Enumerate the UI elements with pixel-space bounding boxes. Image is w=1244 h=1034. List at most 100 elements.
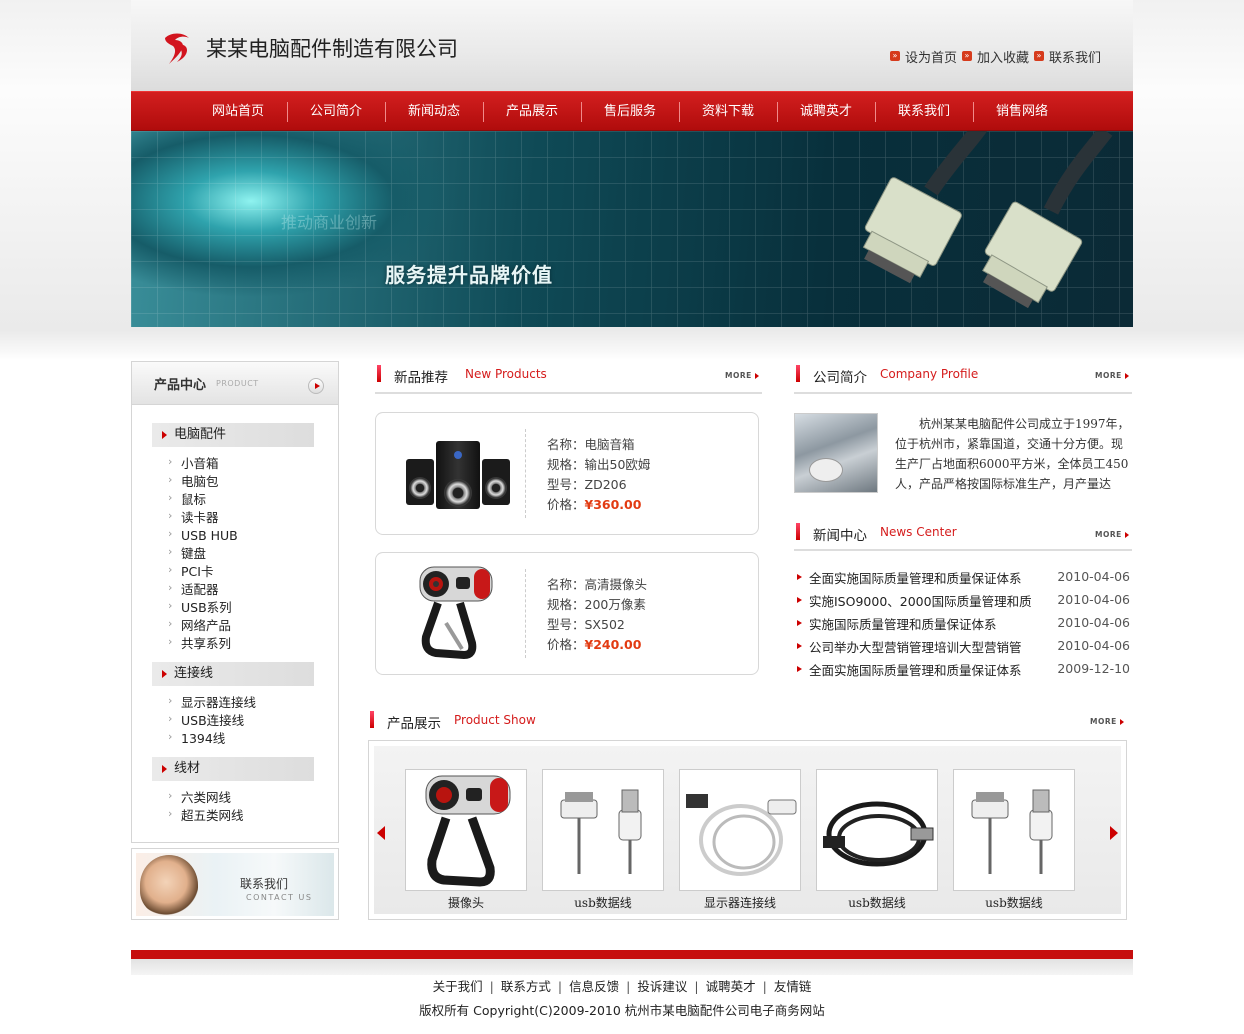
news-center-title: 新闻中心 [813,528,867,544]
nav-jobs[interactable]: 诚聘英才 [777,92,875,130]
category-item[interactable]: 键盘 [168,543,206,563]
product-show-more-link[interactable]: MORE [1090,717,1124,726]
contact-us-banner[interactable]: 联系我们 CONTACT US [131,848,339,920]
product-thumb-label[interactable]: usb数据线 [816,894,938,911]
hero-banner: 推动商业创新 服务提升品牌价值 [131,131,1133,327]
product-thumb-label[interactable]: 摄像头 [405,894,527,911]
connector-cable-image [862,131,1113,309]
footer-link-feedback[interactable]: 信息反馈 [569,979,619,994]
add-favorite-link[interactable]: » 加入收藏 [962,47,1029,66]
monitor-cable-image [686,794,797,876]
product-price: ¥240.00 [584,637,642,652]
section-marker [796,523,800,540]
expand-arrow-icon[interactable] [308,378,324,394]
product-thumb-label[interactable]: 显示器连接线 [679,894,801,911]
footer-link-contact[interactable]: 联系方式 [501,979,551,994]
nav-downloads[interactable]: 资料下载 [679,92,777,130]
product-price-row: 价格：¥240.00 [547,634,641,653]
footer-link-jobs[interactable]: 诚聘英才 [706,979,756,994]
category-item[interactable]: USB连接线 [168,710,244,730]
section-divider [375,392,762,394]
product-thumb-usb-cable[interactable] [816,769,938,891]
category-item[interactable]: 电脑包 [168,471,218,491]
contact-banner-title: 联系我们 [240,877,289,891]
speaker-image [406,435,510,515]
new-products-more-link[interactable]: MORE [725,371,759,380]
product-name: 名称：高清摄像头 [547,577,648,592]
product-price: ¥360.00 [584,497,642,512]
category-computer-accessories[interactable]: 电脑配件 [152,423,314,447]
news-date: 2009-12-10 [1057,661,1130,676]
category-item[interactable]: 适配器 [168,579,218,599]
product-thumb-label[interactable]: usb数据线 [953,894,1075,911]
category-item[interactable]: 读卡器 [168,507,218,527]
news-center-title-en: News Center [880,525,957,539]
footer-separator: | [489,979,494,994]
arrow-bullet-icon: » [962,51,972,61]
card-divider [525,569,526,658]
product-card[interactable]: 名称：高清摄像头 规格：200万像素 型号：SX502 价格：¥240.00 [375,552,759,675]
contact-banner-image: 联系我们 CONTACT US [136,853,334,916]
usb-cable-image [823,801,934,867]
company-more-link[interactable]: MORE [1095,371,1129,380]
carousel-track: 摄像头 usb数据线 显示器连接线 usb数据线 usb数据线 [374,746,1121,914]
set-homepage-label: 设为首页 [905,51,958,66]
product-show-carousel: 摄像头 usb数据线 显示器连接线 usb数据线 usb数据线 [368,740,1127,920]
nav-news[interactable]: 新闻动态 [385,92,483,130]
product-thumb-monitor-cable[interactable] [679,769,801,891]
category-cables[interactable]: 连接线 [152,662,314,686]
nav-products[interactable]: 产品展示 [483,92,581,130]
product-card[interactable]: 名称：电脑音箱 规格：输出50欧姆 型号：ZD206 价格：¥360.00 [375,412,759,535]
operator-headset-image [140,855,198,915]
footer-separator: | [557,979,563,994]
news-date: 2010-04-06 [1057,592,1130,607]
footer-separator: | [762,979,767,994]
new-products-title: 新品推荐 [394,370,448,386]
news-more-link[interactable]: MORE [1095,530,1129,539]
nav-about[interactable]: 公司简介 [287,92,385,130]
footer-link-friends[interactable]: 友情链 [774,979,812,994]
product-thumb-webcam[interactable] [405,769,527,891]
carousel-prev-arrow-icon[interactable] [377,826,385,840]
category-item[interactable]: 共享系列 [168,633,231,653]
set-homepage-link[interactable]: » 设为首页 [890,47,957,66]
contact-us-label: 联系我们 [1049,51,1102,66]
news-date: 2010-04-06 [1057,615,1130,630]
category-item[interactable]: 鼠标 [168,489,206,509]
company-logo-icon[interactable] [161,30,195,66]
category-item[interactable]: 超五类网线 [168,805,243,825]
nav-contact[interactable]: 联系我们 [875,92,973,130]
category-item[interactable]: 小音箱 [168,453,218,473]
category-item[interactable]: 网络产品 [168,615,231,635]
category-item[interactable]: USB HUB [168,525,238,545]
footer-link-about[interactable]: 关于我们 [433,979,483,994]
category-item[interactable]: USB系列 [168,597,232,617]
product-thumb-usb-cable[interactable] [542,769,664,891]
category-wire[interactable]: 线材 [152,757,314,781]
section-marker [796,365,800,382]
category-item[interactable]: PCI卡 [168,561,214,581]
contact-us-link[interactable]: » 联系我们 [1034,47,1101,66]
nav-service[interactable]: 售后服务 [581,92,679,130]
section-marker [377,365,381,382]
product-price-row: 价格：¥360.00 [547,494,641,513]
product-center-header: 产品中心 PRODUCT [131,361,339,405]
product-show-title: 产品展示 [387,716,441,732]
category-item[interactable]: 1394线 [168,728,225,748]
footer-links: 关于我们 | 联系方式 | 信息反馈 | 投诉建议 | 诚聘英才 | 友情链 [0,976,1244,995]
product-thumb-usb-cable[interactable] [953,769,1075,891]
carousel-next-arrow-icon[interactable] [1110,826,1118,840]
category-item[interactable]: 显示器连接线 [168,692,256,712]
company-profile-title: 公司简介 [813,370,867,386]
footer-link-complaint[interactable]: 投诉建议 [637,979,687,994]
main-nav: 网站首页 公司简介 新闻动态 产品展示 售后服务 资料下载 诚聘英才 联系我们 … [131,91,1133,131]
nav-home[interactable]: 网站首页 [189,92,287,130]
price-label: 价格： [547,497,585,512]
product-thumb-label[interactable]: usb数据线 [542,894,664,911]
section-divider [794,392,1132,394]
nav-sales-network[interactable]: 销售网络 [973,92,1071,130]
product-spec: 规格：200万像素 [547,597,646,612]
news-title: 实施ISO9000、2000国际质量管理和质 [809,594,1032,609]
category-item[interactable]: 六类网线 [168,787,231,807]
site-header: 某某电脑配件制造有限公司 » 设为首页 » 加入收藏 » 联系我们 [131,0,1133,91]
